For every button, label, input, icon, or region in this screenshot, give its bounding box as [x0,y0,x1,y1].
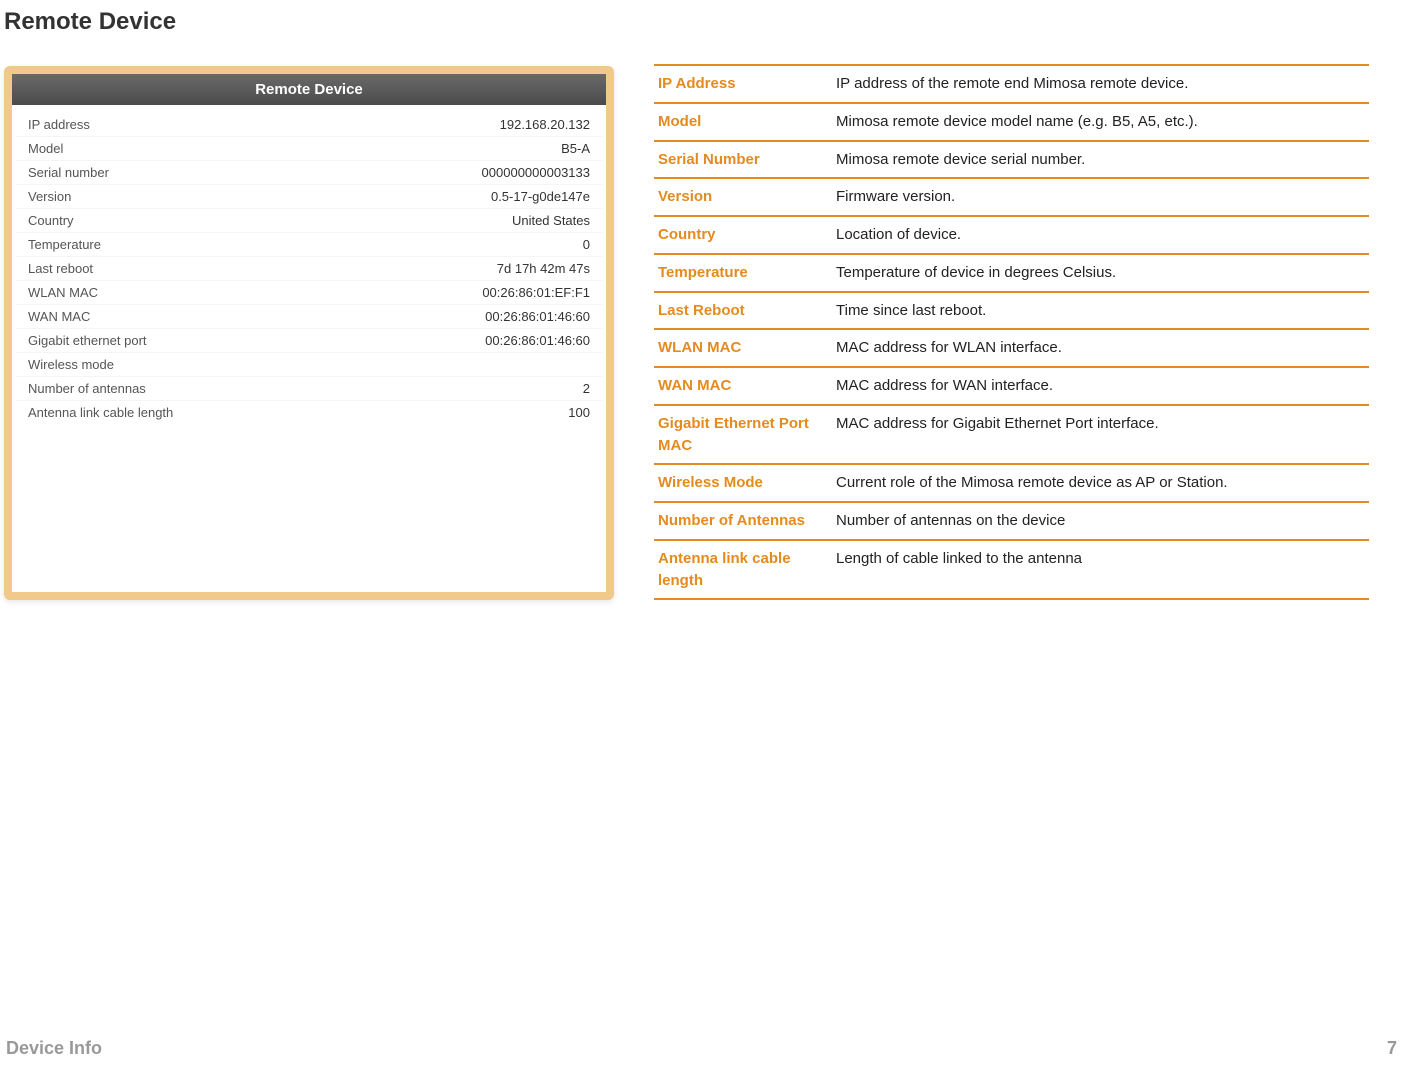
page-number: 7 [1387,1038,1397,1059]
panel-row: Wireless mode [16,353,602,377]
panel-row: Antenna link cable length 100 [16,401,602,424]
panel-row-value: 100 [568,405,590,420]
panel-row-label: Version [28,189,71,204]
panel-row-label: Temperature [28,237,101,252]
panel-row-label: Serial number [28,165,109,180]
desc-row: CountryLocation of device. [654,215,1369,255]
desc-row-value: Time since last reboot. [836,300,986,322]
panel-row: Gigabit ethernet port 00:26:86:01:46:60 [16,329,602,353]
panel-body: IP address 192.168.20.132 Model B5-A Serial … [12,105,606,426]
panel-row: IP address 192.168.20.132 [16,113,602,137]
desc-row-label: Version [658,186,836,208]
desc-row-value: Mimosa remote device model name (e.g. B5… [836,111,1198,133]
content-wrap: Remote Device IP address 192.168.20.132 Mo… [0,36,1427,600]
desc-row-value: Number of antennas on the device [836,510,1065,532]
desc-row-label: WLAN MAC [658,337,836,359]
panel-row: WLAN MAC 00:26:86:01:EF:F1 [16,281,602,305]
desc-row: WAN MACMAC address for WAN interface. [654,366,1369,406]
panel-row: Serial number 000000000003133 [16,161,602,185]
panel-header: Remote Device [12,74,606,105]
panel-row-label: Country [28,213,74,228]
desc-row-value: Location of device. [836,224,961,246]
panel-row-label: Number of antennas [28,381,146,396]
panel-row-value: 7d 17h 42m 47s [497,261,590,276]
desc-row-value: IP address of the remote end Mimosa remo… [836,73,1188,95]
desc-row-value: MAC address for WAN interface. [836,375,1053,397]
desc-row: ModelMimosa remote device model name (e.… [654,102,1369,142]
desc-row-value: MAC address for WLAN interface. [836,337,1062,359]
desc-row-label: Country [658,224,836,246]
panel-row-value: 00:26:86:01:46:60 [485,333,590,348]
desc-row: Wireless ModeCurrent role of the Mimosa … [654,463,1369,503]
panel-row-value: 192.168.20.132 [500,117,590,132]
footer: Device Info 7 [6,1038,1397,1059]
desc-row-value: Mimosa remote device serial number. [836,149,1085,171]
panel-row-label: Wireless mode [28,357,114,372]
desc-row-label: Last Reboot [658,300,836,322]
panel-row: Last reboot 7d 17h 42m 47s [16,257,602,281]
desc-row-label: Model [658,111,836,133]
desc-row: Last RebootTime since last reboot. [654,291,1369,331]
panel-row-value: 2 [583,381,590,396]
page-title: Remote Device [0,0,1427,36]
panel-row-value: 0.5-17-g0de147e [491,189,590,204]
panel-row-label: IP address [28,117,90,132]
desc-row-label: Serial Number [658,149,836,171]
panel-row: Number of antennas 2 [16,377,602,401]
panel-row-label: Last reboot [28,261,93,276]
desc-row-label: IP Address [658,73,836,95]
desc-row-value: Firmware version. [836,186,955,208]
desc-row-label: Antenna link cable length [658,548,836,592]
footer-section: Device Info [6,1038,102,1059]
desc-row: VersionFirmware version. [654,177,1369,217]
panel-row-value: 0 [583,237,590,252]
desc-row-label: WAN MAC [658,375,836,397]
description-table: IP AddressIP address of the remote end M… [654,66,1369,600]
panel-row-value: United States [512,213,590,228]
desc-row-value: Length of cable linked to the antenna [836,548,1082,592]
panel-row-value: 00:26:86:01:46:60 [485,309,590,324]
panel-row-label: Model [28,141,63,156]
desc-row: IP AddressIP address of the remote end M… [654,64,1369,104]
panel-row: Model B5-A [16,137,602,161]
desc-row-value: MAC address for Gigabit Ethernet Port in… [836,413,1159,457]
desc-row: Serial NumberMimosa remote device serial… [654,140,1369,180]
desc-row: TemperatureTemperature of device in degr… [654,253,1369,293]
desc-row: Gigabit Ethernet Port MACMAC address for… [654,404,1369,466]
panel-row-value: 00:26:86:01:EF:F1 [482,285,590,300]
desc-row: Number of AntennasNumber of antennas on … [654,501,1369,541]
panel-row-label: Antenna link cable length [28,405,173,420]
panel-row-label: WAN MAC [28,309,90,324]
desc-row-label: Number of Antennas [658,510,836,532]
panel-row-label: Gigabit ethernet port [28,333,147,348]
desc-row: Antenna link cable lengthLength of cable… [654,539,1369,601]
panel-row-value: 000000000003133 [482,165,590,180]
panel-row: WAN MAC 00:26:86:01:46:60 [16,305,602,329]
desc-row: WLAN MACMAC address for WLAN interface. [654,328,1369,368]
desc-row-label: Wireless Mode [658,472,836,494]
panel-row-label: WLAN MAC [28,285,98,300]
panel-row-value: B5-A [561,141,590,156]
desc-row-value: Current role of the Mimosa remote device… [836,472,1228,494]
desc-row-label: Temperature [658,262,836,284]
desc-row-label: Gigabit Ethernet Port MAC [658,413,836,457]
panel-row: Country United States [16,209,602,233]
panel-row: Temperature 0 [16,233,602,257]
panel-row: Version 0.5-17-g0de147e [16,185,602,209]
remote-device-panel: Remote Device IP address 192.168.20.132 Mo… [4,66,614,600]
desc-row-value: Temperature of device in degrees Celsius… [836,262,1116,284]
